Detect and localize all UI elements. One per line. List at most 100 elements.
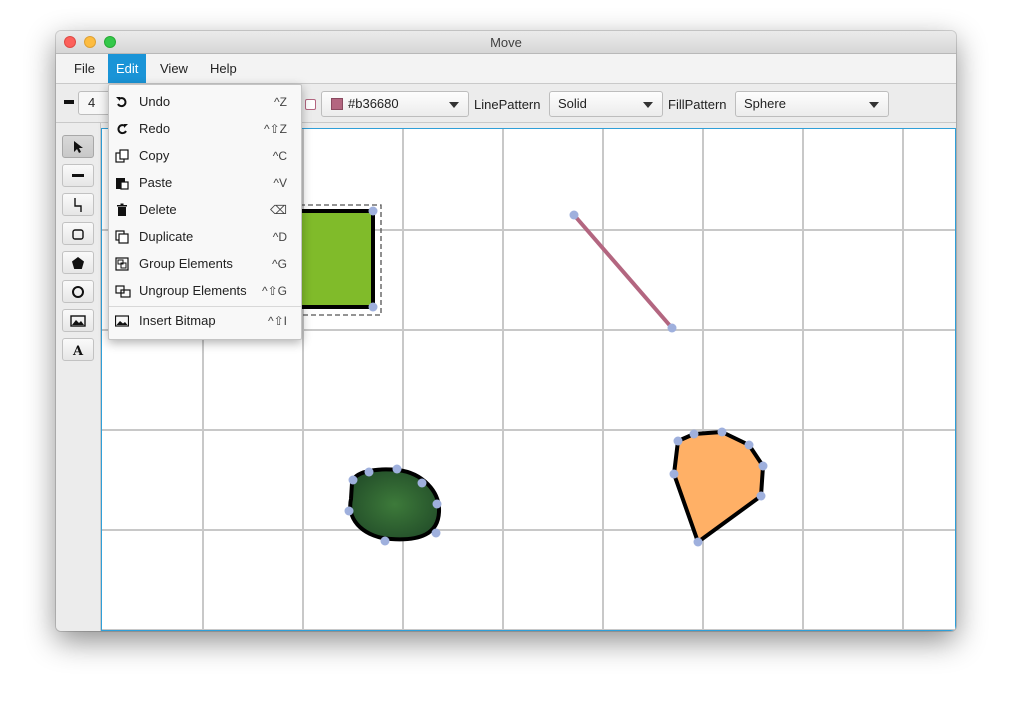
tool-palette: A	[56, 123, 101, 631]
menu-item-label: Undo	[139, 94, 171, 109]
menu-item-shortcut: ^G	[272, 257, 287, 271]
line-color-swatch	[331, 98, 343, 110]
menu-item-shortcut: ^⇧Z	[263, 122, 287, 136]
menu-item-shortcut: ^D	[272, 230, 287, 244]
chevron-down-icon	[869, 102, 879, 108]
selection-handle	[758, 461, 768, 471]
selection-handle	[693, 537, 703, 547]
group-icon	[115, 257, 129, 271]
line-pattern-label: LinePattern	[474, 97, 541, 112]
selection-handle	[392, 464, 402, 474]
menu-item-shortcut: ^Z	[274, 95, 287, 109]
menu-item-duplicate[interactable]: Duplicate ^D	[109, 224, 301, 251]
text-icon: A	[72, 344, 84, 357]
paste-icon	[116, 178, 129, 190]
bitmap-tool[interactable]	[62, 309, 94, 332]
text-tool[interactable]: A	[62, 338, 94, 361]
menu-help[interactable]: Help	[202, 54, 245, 83]
menu-item-label: Duplicate	[139, 229, 194, 244]
menu-item-paste[interactable]: Paste ^V	[109, 170, 301, 197]
polygon-tool[interactable]	[62, 251, 94, 274]
polyline-tool[interactable]	[62, 193, 94, 216]
trash-icon	[117, 203, 127, 216]
menu-item-label: Insert Bitmap	[139, 313, 216, 328]
menu-item-shortcut: ⌫	[270, 203, 287, 217]
fill-pattern-value: Sphere	[744, 96, 786, 111]
menu-item-ungroup[interactable]: Ungroup Elements ^⇧G	[109, 278, 301, 305]
svg-text:A: A	[72, 344, 84, 357]
menu-item-copy[interactable]: Copy ^C	[109, 143, 301, 170]
menu-item-label: Paste	[139, 175, 173, 190]
menu-item-shortcut: ^⇧I	[267, 314, 287, 328]
image-icon	[115, 315, 129, 327]
chevron-down-icon	[449, 102, 459, 108]
selection-handle	[380, 536, 390, 546]
ungroup-icon	[115, 285, 131, 298]
line-width-icon	[64, 100, 74, 104]
selection-handle	[667, 323, 677, 333]
menu-item-insert-bitmap[interactable]: Insert Bitmap ^⇧I	[109, 308, 301, 335]
circle-icon	[72, 285, 84, 298]
selection-handle	[344, 506, 354, 516]
menu-file[interactable]: File	[66, 54, 103, 83]
line-pattern-value: Solid	[558, 96, 587, 111]
cursor-arrow-icon	[74, 140, 83, 153]
selection-handle	[348, 475, 358, 485]
menu-item-delete[interactable]: Delete ⌫	[109, 197, 301, 224]
menu-item-label: Copy	[139, 148, 170, 163]
selection-handle	[717, 427, 727, 437]
menu-view[interactable]: View	[152, 54, 196, 83]
menu-item-redo[interactable]: Redo ^⇧Z	[109, 116, 301, 143]
selection-handle	[673, 436, 683, 446]
window-title: Move	[490, 35, 522, 50]
selection-handle	[569, 210, 579, 220]
green-blob-shape	[348, 467, 442, 542]
title-bar: Move	[56, 31, 956, 54]
menu-bar: File Edit View Help	[56, 54, 956, 84]
menu-item-label: Ungroup Elements	[139, 283, 247, 298]
copy-icon	[115, 149, 129, 163]
chevron-down-icon	[643, 102, 653, 108]
menu-edit[interactable]: Edit	[108, 54, 147, 83]
edit-menu-dropdown: Undo ^Z Redo ^⇧Z Copy ^C Paste ^V Delete…	[108, 84, 302, 340]
menu-separator	[109, 306, 301, 307]
rectangle-tool[interactable]	[62, 222, 94, 245]
undo-icon	[116, 97, 127, 108]
fill-toggle-checkbox[interactable]	[305, 99, 316, 110]
menu-item-undo[interactable]: Undo ^Z	[109, 89, 301, 116]
fill-pattern-label: FillPattern	[668, 97, 727, 112]
duplicate-icon	[115, 230, 129, 244]
rectangle-icon	[72, 228, 84, 240]
menu-item-shortcut: ^V	[273, 176, 287, 190]
menu-item-label: Delete	[139, 202, 177, 217]
selection-handle	[432, 499, 442, 509]
selection-handle	[431, 528, 441, 538]
menu-item-shortcut: ^C	[272, 149, 287, 163]
line-shape	[572, 213, 674, 330]
line-color-value: #b36680	[348, 96, 399, 111]
select-tool[interactable]	[62, 135, 94, 158]
fill-pattern-select[interactable]: Sphere	[735, 91, 889, 117]
pentagon-icon	[72, 256, 84, 269]
selection-handle	[364, 467, 374, 477]
line-width-field[interactable]: 4	[78, 91, 112, 115]
selection-handle	[417, 478, 427, 488]
selection-handle	[756, 491, 766, 501]
redo-icon	[117, 124, 128, 135]
selection-handle	[689, 429, 699, 439]
menu-item-label: Group Elements	[139, 256, 233, 271]
selection-handle	[368, 206, 378, 216]
selection-handle	[368, 302, 378, 312]
selection-handle	[669, 469, 679, 479]
image-icon	[70, 314, 86, 327]
line-tool[interactable]	[62, 164, 94, 187]
menu-item-group[interactable]: Group Elements ^G	[109, 251, 301, 278]
ellipse-tool[interactable]	[62, 280, 94, 303]
line-icon	[72, 173, 84, 177]
line-color-picker[interactable]: #b36680	[321, 91, 469, 117]
menu-item-shortcut: ^⇧G	[261, 284, 287, 298]
line-pattern-select[interactable]: Solid	[549, 91, 663, 117]
menu-item-label: Redo	[139, 121, 171, 136]
polyline-icon	[74, 197, 82, 212]
selection-handle	[744, 440, 754, 450]
